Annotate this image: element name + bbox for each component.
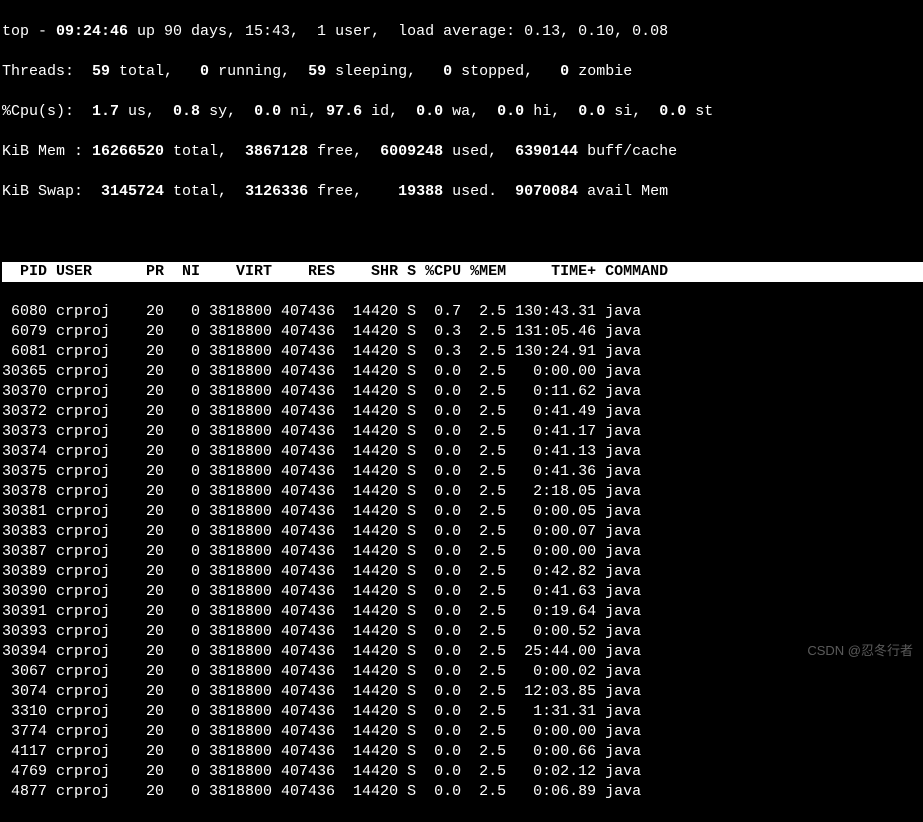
process-row: 30370 crproj 20 0 3818800 407436 14420 S… xyxy=(2,382,921,402)
summary-line-uptime: top - 09:24:46 up 90 days, 15:43, 1 user… xyxy=(2,22,921,42)
process-row: 30387 crproj 20 0 3818800 407436 14420 S… xyxy=(2,542,921,562)
process-row: 30378 crproj 20 0 3818800 407436 14420 S… xyxy=(2,482,921,502)
process-row: 6079 crproj 20 0 3818800 407436 14420 S … xyxy=(2,322,921,342)
process-row: 30375 crproj 20 0 3818800 407436 14420 S… xyxy=(2,462,921,482)
blank-line xyxy=(2,222,921,242)
summary-line-threads: Threads: 59 total, 0 running, 59 sleepin… xyxy=(2,62,921,82)
process-row: 30374 crproj 20 0 3818800 407436 14420 S… xyxy=(2,442,921,462)
process-row: 30372 crproj 20 0 3818800 407436 14420 S… xyxy=(2,402,921,422)
process-row: 30394 crproj 20 0 3818800 407436 14420 S… xyxy=(2,642,921,662)
process-row: 3074 crproj 20 0 3818800 407436 14420 S … xyxy=(2,682,921,702)
process-row: 3067 crproj 20 0 3818800 407436 14420 S … xyxy=(2,662,921,682)
summary-line-cpu: %Cpu(s): 1.7 us, 0.8 sy, 0.0 ni, 97.6 id… xyxy=(2,102,921,122)
process-row: 4117 crproj 20 0 3818800 407436 14420 S … xyxy=(2,742,921,762)
process-row: 30383 crproj 20 0 3818800 407436 14420 S… xyxy=(2,522,921,542)
process-row: 4769 crproj 20 0 3818800 407436 14420 S … xyxy=(2,762,921,782)
process-row: 6081 crproj 20 0 3818800 407436 14420 S … xyxy=(2,342,921,362)
terminal-output[interactable]: top - 09:24:46 up 90 days, 15:43, 1 user… xyxy=(2,2,921,822)
process-row: 6080 crproj 20 0 3818800 407436 14420 S … xyxy=(2,302,921,322)
process-table-body: 6080 crproj 20 0 3818800 407436 14420 S … xyxy=(2,302,921,802)
column-header-row: PID USER PR NI VIRT RES SHR S %CPU %MEM … xyxy=(2,262,921,282)
process-row: 30373 crproj 20 0 3818800 407436 14420 S… xyxy=(2,422,921,442)
process-row: 30389 crproj 20 0 3818800 407436 14420 S… xyxy=(2,562,921,582)
watermark-text: CSDN @忍冬行者 xyxy=(807,641,913,661)
process-row: 30365 crproj 20 0 3818800 407436 14420 S… xyxy=(2,362,921,382)
process-row: 4877 crproj 20 0 3818800 407436 14420 S … xyxy=(2,782,921,802)
summary-line-mem: KiB Mem : 16266520 total, 3867128 free, … xyxy=(2,142,921,162)
process-row: 3310 crproj 20 0 3818800 407436 14420 S … xyxy=(2,702,921,722)
process-row: 30390 crproj 20 0 3818800 407436 14420 S… xyxy=(2,582,921,602)
process-row: 30381 crproj 20 0 3818800 407436 14420 S… xyxy=(2,502,921,522)
summary-line-swap: KiB Swap: 3145724 total, 3126336 free, 1… xyxy=(2,182,921,202)
process-row: 30393 crproj 20 0 3818800 407436 14420 S… xyxy=(2,622,921,642)
process-row: 30391 crproj 20 0 3818800 407436 14420 S… xyxy=(2,602,921,622)
process-row: 3774 crproj 20 0 3818800 407436 14420 S … xyxy=(2,722,921,742)
